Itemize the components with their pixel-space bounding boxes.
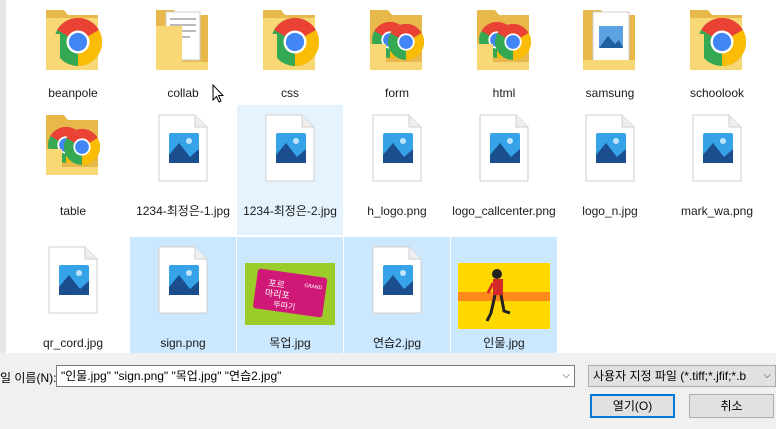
file-item[interactable]: 1234-최정은-2.jpg — [237, 105, 343, 235]
file-item[interactable]: beanpole — [20, 0, 126, 103]
file-name: samsung — [585, 86, 635, 100]
image-file-icon — [582, 113, 638, 188]
file-item[interactable]: schoolook — [664, 0, 770, 103]
navigation-pane-edge — [0, 0, 6, 353]
image-file-icon — [262, 113, 318, 188]
folder-icon — [686, 4, 747, 81]
image-thumbnail — [458, 263, 550, 334]
file-name: 인물.jpg — [483, 336, 525, 350]
file-item[interactable]: logo_callcenter.png — [451, 105, 557, 235]
image-file-icon — [45, 245, 101, 320]
image-file-icon — [369, 245, 425, 320]
file-item[interactable]: 포르 마리포 뚜따기 GRAND 목업.jpg — [237, 237, 343, 353]
file-name: html — [492, 86, 516, 100]
image-thumbnail: 포르 마리포 뚜따기 GRAND — [245, 263, 335, 330]
file-name: 연습2.jpg — [372, 336, 422, 350]
file-item[interactable]: 1234-최정은-1.jpg — [130, 105, 236, 235]
file-item[interactable]: logo_n.jpg — [557, 105, 663, 235]
image-file-icon — [689, 113, 745, 188]
file-item[interactable]: table — [20, 105, 126, 235]
file-grid: beanpole collab css form html samsung schooloo… — [0, 0, 776, 353]
image-file-icon — [369, 113, 425, 188]
mouse-cursor-icon — [212, 84, 224, 103]
file-item[interactable]: h_logo.png — [344, 105, 450, 235]
file-name: table — [59, 204, 87, 218]
folder-icon — [259, 4, 320, 81]
image-file-icon — [155, 113, 211, 188]
open-button[interactable]: 열기(O) — [590, 394, 675, 418]
folder-icon — [579, 4, 639, 81]
filename-input[interactable]: "인물.jpg" "sign.png" "목업.jpg" "연습2.jpg" ⌵ — [56, 365, 575, 387]
chevron-down-icon[interactable]: ⌵ — [761, 366, 771, 386]
file-name: 목업.jpg — [269, 336, 311, 350]
file-name: mark_wa.png — [680, 204, 754, 218]
file-name: css — [281, 86, 299, 100]
file-name: h_logo.png — [367, 204, 427, 218]
file-name: logo_callcenter.png — [452, 204, 556, 218]
image-file-icon — [155, 245, 211, 320]
file-name: 1234-최정은-1.jpg — [136, 204, 230, 218]
file-name: logo_n.jpg — [582, 204, 638, 218]
folder-icon — [42, 109, 102, 186]
file-name: 1234-최정은-2.jpg — [243, 204, 337, 218]
file-name: qr_cord.jpg — [42, 336, 104, 350]
file-item[interactable]: 인물.jpg — [451, 237, 557, 353]
file-item[interactable]: form — [344, 0, 450, 103]
file-item[interactable]: css — [237, 0, 343, 103]
cancel-button[interactable]: 취소 — [689, 394, 774, 418]
file-item[interactable]: 연습2.jpg — [344, 237, 450, 353]
file-name: schoolook — [689, 86, 745, 100]
filetype-value: 사용자 지정 파일 (*.tiff;*.jfif;*.b — [593, 369, 747, 383]
folder-icon — [473, 4, 533, 81]
file-item[interactable]: html — [451, 0, 557, 103]
folder-icon — [366, 4, 426, 81]
chevron-down-icon[interactable]: ⌵ — [562, 366, 570, 386]
folder-icon — [42, 4, 103, 81]
file-name: sign.png — [160, 336, 206, 350]
file-name: form — [385, 86, 409, 100]
file-name: beanpole — [48, 86, 98, 100]
file-item[interactable]: sign.png — [130, 237, 236, 353]
file-item[interactable]: qr_cord.jpg — [20, 237, 126, 353]
image-file-icon — [476, 113, 532, 188]
filename-value: "인물.jpg" "sign.png" "목업.jpg" "연습2.jpg" — [61, 369, 282, 383]
filetype-select[interactable]: 사용자 지정 파일 (*.tiff;*.jfif;*.b ⌵ — [588, 365, 776, 387]
file-item[interactable]: mark_wa.png — [664, 105, 770, 235]
file-item[interactable]: samsung — [557, 0, 663, 103]
filename-label: 일 이름(N): — [0, 371, 57, 385]
folder-icon — [152, 4, 212, 81]
